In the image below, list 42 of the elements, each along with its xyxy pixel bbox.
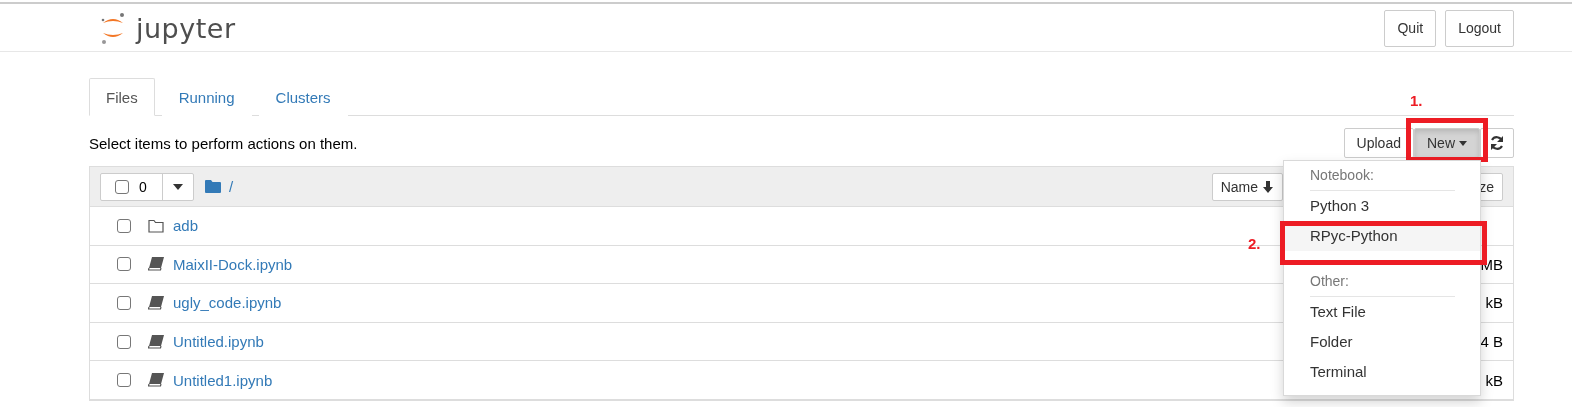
row-checkbox[interactable] <box>117 334 131 349</box>
select-all-checkbox[interactable] <box>115 179 129 194</box>
logout-button[interactable]: Logout <box>1445 9 1514 47</box>
file-link[interactable]: MaixII-Dock.ipynb <box>173 255 293 273</box>
step-label: 2. <box>1248 235 1261 252</box>
file-size: kB <box>1485 371 1503 389</box>
arrow-down-icon <box>1262 180 1274 193</box>
tab[interactable]: Files <box>89 78 155 116</box>
file-size: kB <box>1485 294 1503 312</box>
menu-item[interactable]: Text File <box>1284 297 1480 327</box>
file-size: 4 B <box>1480 333 1503 351</box>
select-all-control[interactable]: 0 <box>100 172 194 201</box>
sort-button[interactable]: Name <box>1211 172 1283 201</box>
book-icon <box>148 257 164 272</box>
quit-button[interactable]: Quit <box>1384 9 1437 47</box>
new-button[interactable]: New <box>1414 128 1480 158</box>
menu-item[interactable]: Python 3 <box>1284 191 1480 221</box>
book-icon <box>148 373 164 388</box>
menu-heading: Notebook: <box>1309 166 1375 185</box>
row-checkbox[interactable] <box>117 257 131 272</box>
jupyter-logo[interactable]: jupyter <box>100 11 236 45</box>
folder-icon <box>148 218 164 233</box>
file-link[interactable]: adb <box>173 217 199 235</box>
refresh-icon <box>1489 135 1505 151</box>
file-link[interactable]: Untitled.ipynb <box>173 333 264 351</box>
book-icon <box>148 296 164 310</box>
breadcrumb-link[interactable]: / <box>229 178 234 195</box>
row-checkbox[interactable] <box>117 296 131 310</box>
folder-icon[interactable] <box>205 180 221 193</box>
menu-item[interactable]: Folder <box>1284 327 1480 357</box>
file-link[interactable]: ugly_code.ipynb <box>173 294 282 312</box>
menu-heading: Other: <box>1309 272 1350 291</box>
step-label: 1. <box>1410 92 1423 109</box>
row-checkbox[interactable] <box>117 218 131 233</box>
selected-count: 0 <box>139 178 147 195</box>
menu-item[interactable]: Terminal <box>1284 357 1480 387</box>
caret-icon <box>1459 140 1467 146</box>
upload-button[interactable]: Upload <box>1343 128 1414 158</box>
file-link[interactable]: Untitled1.ipynb <box>173 371 273 389</box>
book-icon <box>148 334 164 349</box>
selection-hint: Select items to perform actions on them. <box>89 134 358 152</box>
row-checkbox[interactable] <box>117 373 131 388</box>
